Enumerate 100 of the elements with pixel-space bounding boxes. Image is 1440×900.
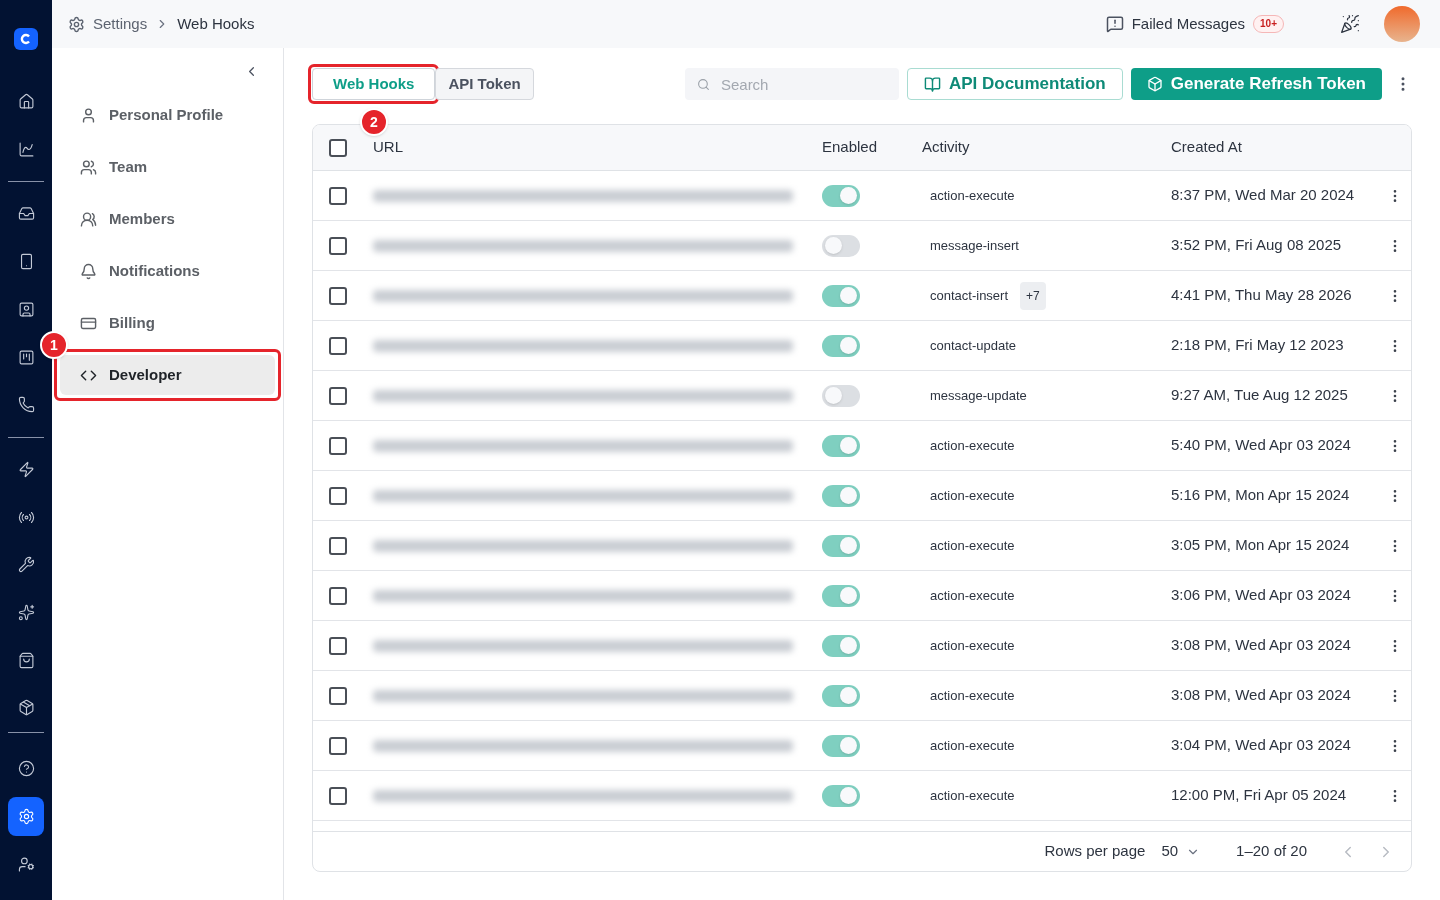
settings-icon [17, 807, 35, 825]
cube-icon [1146, 76, 1163, 92]
toggle-switch[interactable] [822, 734, 860, 757]
sparkles-icon [17, 604, 35, 622]
checkbox[interactable] [329, 586, 347, 605]
created-at: 3:05 PM, Mon Apr 15 2024 [1171, 535, 1351, 556]
settings-menu-item[interactable]: Developer [60, 355, 275, 395]
created-at: 3:52 PM, Fri Aug 08 2025 [1171, 235, 1343, 256]
breadcrumb-item[interactable]: Settings [93, 12, 148, 36]
failed-count: 10+ [1253, 15, 1284, 33]
bell-icon [80, 262, 97, 280]
board-icon [17, 348, 35, 366]
created-at: 5:16 PM, Mon Apr 15 2024 [1171, 485, 1351, 506]
toggle-switch[interactable] [822, 784, 860, 807]
activity-label: contact-insert [930, 286, 1009, 305]
activity-label: action-execute [930, 536, 1015, 555]
home-icon [17, 93, 35, 110]
created-at: 8:37 PM, Wed Mar 20 2024 [1171, 185, 1356, 206]
api-documentation-button[interactable]: API Documentation [906, 68, 1123, 100]
activity-label: action-execute [930, 586, 1015, 605]
settings-menu-item[interactable]: Team [60, 147, 275, 187]
toggle-switch[interactable] [822, 684, 860, 707]
checkbox[interactable] [329, 286, 347, 305]
help-icon [17, 760, 35, 778]
callout-number: 2 [360, 108, 388, 136]
checkbox[interactable] [329, 336, 347, 355]
created-at: 2:18 PM, Fri May 12 2023 [1171, 335, 1345, 356]
app-logo[interactable] [14, 28, 38, 50]
user-icon [80, 106, 97, 124]
created-at: 9:27 AM, Tue Aug 12 2025 [1171, 385, 1349, 406]
checkbox[interactable] [329, 786, 347, 805]
tab[interactable]: API Token [435, 68, 534, 100]
search-field[interactable]: Search [684, 68, 899, 100]
activity-label: action-execute [930, 436, 1015, 455]
activity-label: contact-update [930, 336, 1016, 355]
toggle-switch[interactable] [822, 384, 860, 407]
settings-button[interactable] [8, 796, 44, 837]
search-icon [696, 78, 710, 91]
avatar[interactable] [1384, 6, 1420, 42]
column-header: Created At [1171, 137, 1242, 158]
members-icon [80, 210, 97, 228]
inbox-icon [17, 205, 35, 223]
party-popper-icon[interactable] [1340, 14, 1360, 34]
created-at: 12:00 PM, Fri Apr 05 2024 [1171, 785, 1348, 806]
breadcrumb-item: Web Hooks [177, 13, 255, 34]
created-at: 4:41 PM, Thu May 28 2026 [1171, 285, 1353, 306]
rows-per-page-select[interactable]: 50 [1161, 840, 1201, 863]
toggle-switch[interactable] [822, 234, 860, 257]
activity-label: action-execute [930, 736, 1015, 755]
package-icon [17, 699, 35, 717]
activity-label: action-execute [930, 786, 1015, 805]
warning-message-icon [1105, 15, 1124, 33]
team-icon [80, 158, 97, 176]
toggle-switch[interactable] [822, 184, 860, 207]
settings-icon [68, 15, 85, 33]
created-at: 3:04 PM, Wed Apr 03 2024 [1171, 735, 1352, 756]
created-at: 3:08 PM, Wed Apr 03 2024 [1171, 635, 1352, 656]
checkbox[interactable] [329, 386, 347, 405]
lightning-icon [17, 460, 35, 478]
created-at: 3:06 PM, Wed Apr 03 2024 [1171, 585, 1352, 606]
tools-icon [17, 556, 35, 574]
toggle-switch[interactable] [822, 584, 860, 607]
checkbox[interactable] [329, 138, 347, 157]
column-header: Enabled [822, 137, 879, 158]
page-range: 1–20 of 20 [1236, 841, 1307, 862]
more-count: +7 [1020, 281, 1046, 310]
toggle-switch[interactable] [822, 334, 860, 357]
failed-messages-link[interactable]: Failed Messages [1131, 12, 1246, 36]
checkbox[interactable] [329, 186, 347, 205]
settings-menu-item[interactable]: Personal Profile [60, 95, 275, 135]
column-header: URL [373, 137, 404, 158]
toggle-switch[interactable] [822, 484, 860, 507]
toggle-switch[interactable] [822, 434, 860, 457]
activity-label: message-insert [930, 236, 1019, 255]
user-settings-icon [17, 855, 35, 873]
checkbox[interactable] [329, 436, 347, 455]
column-header: Activity [922, 137, 971, 158]
activity-label: action-execute [930, 636, 1015, 655]
checkbox[interactable] [329, 636, 347, 655]
settings-menu-item[interactable]: Members [60, 199, 275, 239]
activity-label: action-execute [930, 686, 1015, 705]
activity-label: message-update [930, 386, 1027, 405]
checkbox[interactable] [329, 686, 347, 705]
activity-label: action-execute [930, 186, 1015, 205]
created-at: 5:40 PM, Wed Apr 03 2024 [1171, 435, 1352, 456]
bag-icon [17, 651, 35, 669]
activity-label: action-execute [930, 486, 1015, 505]
settings-menu-item[interactable]: Notifications [60, 251, 275, 291]
checkbox[interactable] [329, 736, 347, 755]
checkbox[interactable] [329, 486, 347, 505]
checkbox[interactable] [329, 236, 347, 255]
rows-per-page-label: Rows per page [1044, 841, 1146, 862]
checkbox[interactable] [329, 536, 347, 555]
contact-card-icon [17, 300, 35, 318]
toggle-switch[interactable] [822, 534, 860, 557]
generate-token-button[interactable]: Generate Refresh Token [1130, 68, 1382, 100]
toggle-switch[interactable] [822, 634, 860, 657]
tab[interactable]: Web Hooks [312, 68, 436, 100]
toggle-switch[interactable] [822, 284, 860, 307]
created-at: 3:08 PM, Wed Apr 03 2024 [1171, 685, 1352, 706]
